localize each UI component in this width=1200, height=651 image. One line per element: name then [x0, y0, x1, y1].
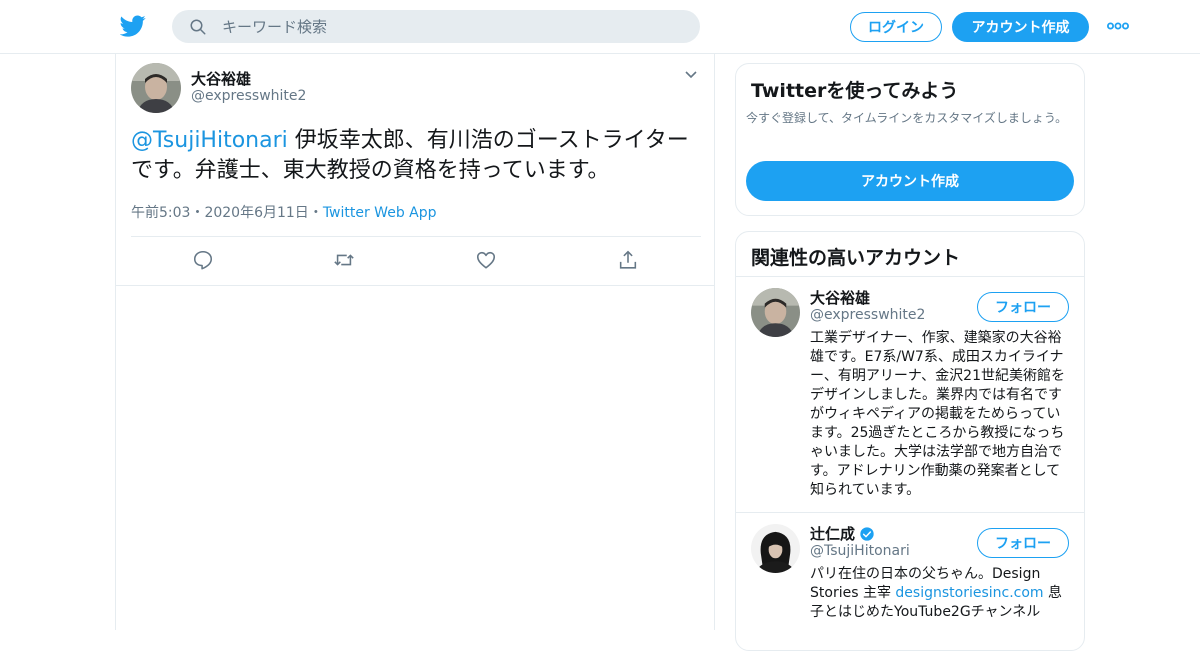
avatar-photo — [751, 524, 800, 573]
account-handle[interactable]: @TsujiHitonari — [810, 543, 910, 559]
account-name[interactable]: 大谷裕雄 — [810, 287, 870, 308]
signup-card: Twitterを使ってみよう 今すぐ登録して、タイムラインをカスタマイズしましょ… — [735, 63, 1085, 216]
avatar-photo — [751, 288, 800, 337]
twitter-bird-icon[interactable] — [120, 13, 146, 39]
avatar[interactable] — [131, 63, 181, 113]
account-bio: パリ在住の日本の父ちゃん。Design Stories 主宰 designsto… — [810, 565, 1072, 622]
account-name-text: 大谷裕雄 — [810, 289, 871, 307]
retweet-icon[interactable] — [333, 249, 355, 271]
chevron-down-icon[interactable] — [684, 70, 698, 80]
bio-link[interactable]: designstoriesinc.com — [895, 585, 1043, 601]
account-bio: 工業デザイナー、作家、建築家の大谷裕雄です。E7系/W7系、成田スカイライナー、… — [810, 330, 1065, 498]
top-navigation-bar: ログイン アカウント作成 — [0, 0, 1200, 54]
share-icon[interactable] — [617, 249, 639, 271]
search-input[interactable] — [222, 10, 682, 43]
account-name[interactable]: 辻仁成 — [810, 523, 875, 544]
signup-card-button[interactable]: アカウント作成 — [746, 161, 1074, 201]
tweet-author-name[interactable]: 大谷裕雄 — [191, 68, 251, 89]
more-dots-icon[interactable] — [1107, 22, 1129, 30]
related-accounts-title: 関連性の高いアカウント — [751, 247, 961, 269]
related-account-item[interactable]: 辻仁成 @TsujiHitonari フォロー パリ在住の日本の父ちゃん。Des… — [736, 513, 1084, 650]
avatar-photo — [131, 63, 181, 113]
signup-card-subtitle: 今すぐ登録して、タイムラインをカスタマイズしましょう。 — [746, 111, 1068, 125]
verified-badge-icon — [860, 526, 874, 541]
tweet-column: 大谷裕雄 @expresswhite2 @TsujiHitonari 伊坂幸太郎… — [115, 54, 715, 630]
tweet-actions — [116, 237, 714, 285]
follow-button[interactable]: フォロー — [977, 292, 1069, 322]
tweet-author-handle[interactable]: @expresswhite2 — [191, 88, 306, 104]
reply-icon[interactable] — [192, 249, 214, 271]
related-accounts-card: 関連性の高いアカウント 大谷裕雄 @expresswhite2 フォロー 工業デ… — [735, 231, 1085, 651]
account-name-text: 辻仁成 — [810, 525, 856, 543]
tweet-mention-link[interactable]: @TsujiHitonari — [131, 128, 288, 153]
meta-separator: ・ — [308, 205, 323, 221]
tweet-source-link[interactable]: Twitter Web App — [323, 205, 437, 221]
follow-button[interactable]: フォロー — [977, 528, 1069, 558]
account-handle[interactable]: @expresswhite2 — [810, 307, 925, 323]
tweet-metadata: 午前5:03・2020年6月11日・Twitter Web App — [131, 202, 437, 222]
tweet-time[interactable]: 午前5:03 — [131, 205, 190, 221]
tweet-text: @TsujiHitonari 伊坂幸太郎、有川浩のゴーストライターです。弁護士、… — [131, 126, 701, 186]
avatar[interactable] — [751, 288, 800, 337]
divider — [116, 285, 714, 286]
signup-button[interactable]: アカウント作成 — [952, 12, 1089, 42]
avatar[interactable] — [751, 524, 800, 573]
login-button[interactable]: ログイン — [850, 12, 942, 42]
like-icon[interactable] — [475, 249, 497, 271]
search-box[interactable] — [172, 10, 700, 43]
related-account-item[interactable]: 大谷裕雄 @expresswhite2 フォロー 工業デザイナー、作家、建築家の… — [736, 277, 1084, 512]
signup-card-title: Twitterを使ってみよう — [751, 80, 959, 102]
search-icon — [190, 19, 206, 35]
tweet-date[interactable]: 2020年6月11日 — [204, 205, 308, 221]
meta-separator: ・ — [190, 205, 205, 221]
